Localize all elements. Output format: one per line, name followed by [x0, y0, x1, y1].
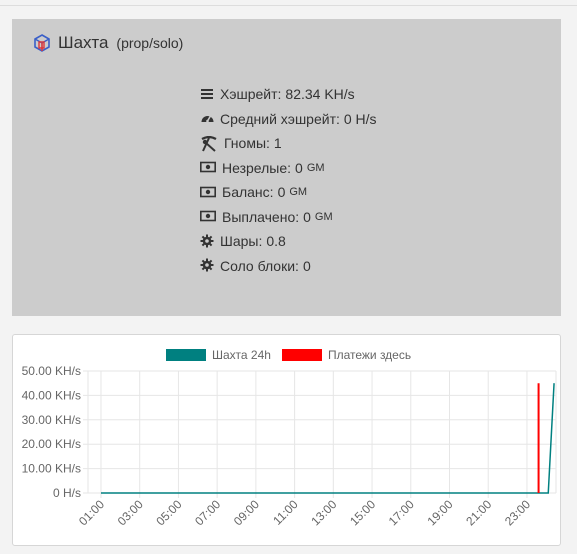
stat-value: 0.8: [266, 233, 286, 250]
x-tick-label: 15:00: [347, 497, 378, 528]
stat-miners: Гномы: 1: [200, 131, 377, 156]
x-tick-label: 05:00: [153, 497, 184, 528]
stat-value: 0: [302, 257, 311, 274]
card-title: Шахта (prop/solo): [32, 33, 183, 53]
tachometer-icon: [200, 111, 215, 126]
stat-hashrate: Хэшрейт: 82.34 KH/s: [200, 82, 377, 107]
pool-mode: (prop/solo): [116, 35, 184, 51]
stat-label: Средний хэшрейт:: [220, 110, 340, 127]
top-divider: [0, 5, 577, 6]
gear-icon: [200, 258, 215, 273]
stat-label: Выплачено:: [222, 208, 300, 225]
stat-unit: GM: [289, 186, 308, 199]
y-tick-label: 0 H/s: [53, 486, 81, 500]
x-tick-label: 23:00: [502, 497, 533, 528]
stat-label: Гномы:: [224, 135, 270, 152]
stat-solo-blocks: Соло блоки: 0: [200, 254, 377, 279]
money-icon: [200, 185, 217, 200]
hashrate-chart-card: Шахта 24h Платежи здесь 50.00 KH/s 40.00 …: [12, 334, 561, 546]
stat-label: Незрелые:: [222, 159, 292, 176]
stat-unit: GM: [306, 161, 325, 174]
y-tick-label: 30.00 KH/s: [22, 413, 81, 427]
cube-icon: [32, 33, 52, 53]
pick-shovel-icon: [200, 135, 219, 152]
y-tick-label: 40.00 KH/s: [22, 388, 81, 402]
pool-title: Шахта: [58, 33, 109, 52]
stat-label: Шары:: [220, 233, 263, 250]
stat-shares: Шары: 0.8: [200, 229, 377, 254]
hashrate-chart: 50.00 KH/s 40.00 KH/s 30.00 KH/s 20.00 KH/s…: [22, 364, 557, 528]
x-tick-label: 21:00: [463, 497, 494, 528]
y-tick-label: 10.00 KH/s: [22, 462, 81, 476]
stat-value: 0: [277, 184, 286, 201]
x-tick-label: 17:00: [386, 497, 417, 528]
stats-list: Хэшрейт: 82.34 KH/s Средний хэшрейт: 0 H…: [200, 82, 377, 278]
stat-immature: Незрелые: 0 GM: [200, 156, 377, 181]
stat-avg-hashrate: Средний хэшрейт: 0 H/s: [200, 107, 377, 132]
x-tick-label: 19:00: [424, 497, 455, 528]
stat-value: 82.34 KH/s: [285, 86, 355, 103]
x-tick-label: 01:00: [76, 497, 107, 528]
stat-unit: GM: [314, 210, 333, 223]
stat-label: Соло блоки:: [220, 257, 299, 274]
stat-value: 1: [273, 135, 282, 152]
stat-value: 0: [303, 208, 311, 225]
bars-icon: [200, 87, 215, 102]
money-icon: [200, 160, 217, 175]
y-tick-label: 50.00 KH/s: [22, 364, 81, 378]
y-tick-label: 20.00 KH/s: [22, 437, 81, 451]
x-tick-label: 11:00: [270, 497, 301, 528]
stat-balance: Баланс: 0 GM: [200, 180, 377, 205]
stat-label: Баланс:: [222, 184, 274, 201]
x-tick-label: 03:00: [115, 497, 146, 528]
stat-value: 0 H/s: [343, 110, 377, 127]
x-tick-label: 09:00: [231, 497, 262, 528]
x-tick-label: 07:00: [192, 497, 223, 528]
stat-paid: Выплачено: 0 GM: [200, 205, 377, 230]
gear-icon: [200, 234, 215, 249]
x-tick-label: 13:00: [308, 497, 339, 528]
series-hashrate-line: [100, 383, 555, 494]
pool-info-card: Шахта (prop/solo) Хэшрейт: 82.34 KH/s Ср…: [12, 19, 561, 316]
stat-label: Хэшрейт:: [220, 86, 282, 103]
money-icon: [200, 209, 217, 224]
stat-value: 0: [295, 159, 303, 176]
